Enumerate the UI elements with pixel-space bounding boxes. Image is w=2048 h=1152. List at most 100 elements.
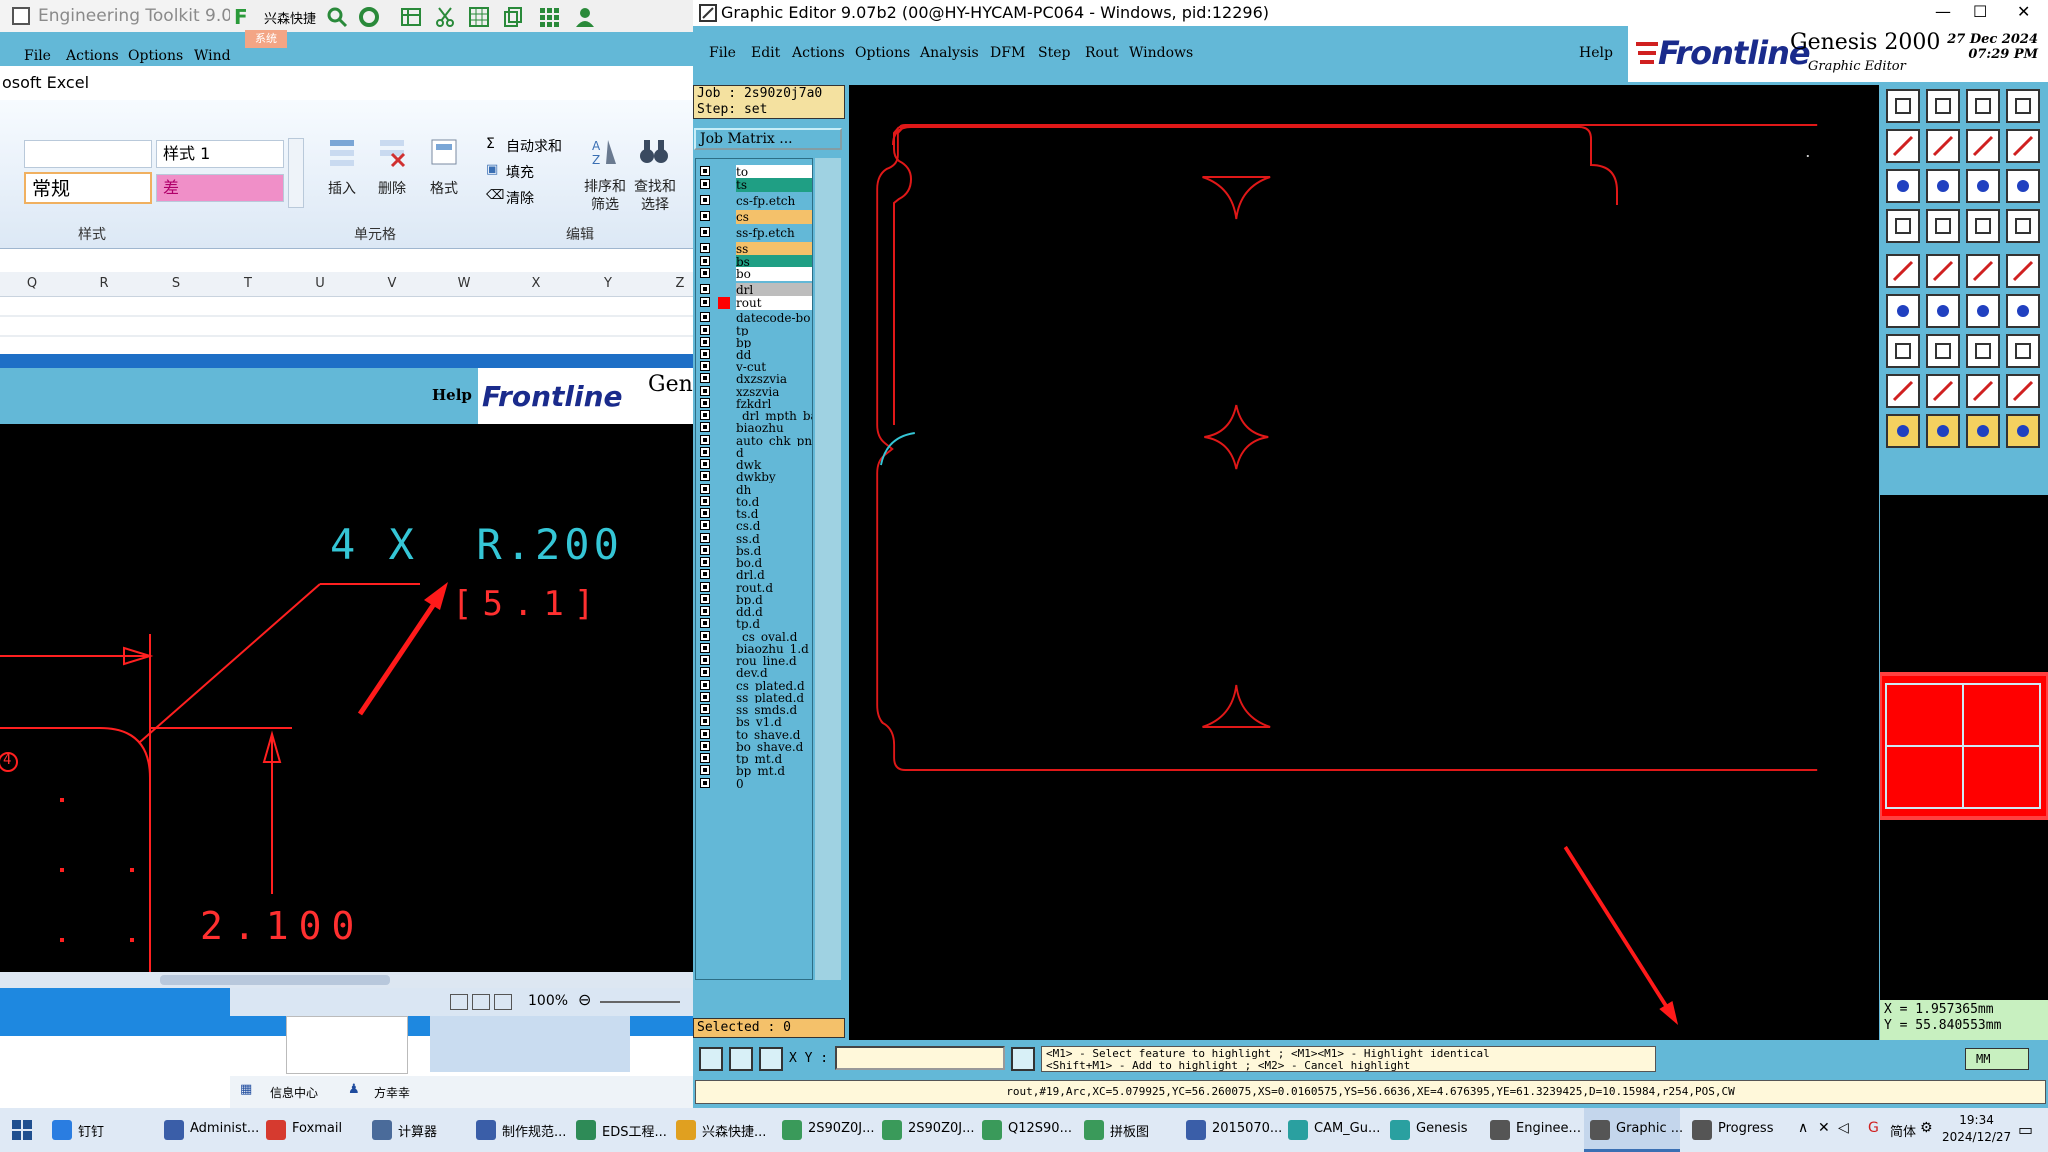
toolkit-logo-icon[interactable]: F bbox=[232, 6, 254, 28]
style-bad[interactable]: 差 bbox=[156, 174, 284, 202]
layer-name[interactable]: cs.d bbox=[736, 519, 812, 533]
background-drawing-canvas[interactable]: 4 X R.200 [5.1] 2.100 4 bbox=[0, 424, 693, 972]
tray-app-icon[interactable]: G bbox=[1868, 1120, 1879, 1136]
layer-checkbox[interactable] bbox=[700, 753, 710, 763]
menu-actions[interactable]: Actions bbox=[792, 45, 845, 61]
taskbar-item[interactable]: Q12S90... bbox=[976, 1108, 1072, 1152]
layer-row[interactable]: drl bbox=[696, 283, 812, 297]
tray-volume-icon[interactable]: ◁ bbox=[1838, 1120, 1849, 1136]
grid-icon[interactable] bbox=[468, 6, 490, 28]
lifebuoy-icon[interactable] bbox=[358, 6, 380, 28]
home-icon[interactable] bbox=[1966, 89, 2000, 123]
zoom-area-icon[interactable] bbox=[1926, 169, 1960, 203]
layer-name[interactable]: tp.d bbox=[736, 617, 812, 631]
layer-checkbox[interactable] bbox=[700, 606, 710, 616]
style-1[interactable]: 样式 1 bbox=[156, 140, 284, 168]
taskbar-item[interactable]: 钉钉 bbox=[46, 1108, 146, 1152]
layer-checkbox[interactable] bbox=[700, 741, 710, 751]
layer-row[interactable]: datecode-bo bbox=[696, 311, 812, 325]
layer-checkbox[interactable] bbox=[700, 545, 710, 555]
xy-input[interactable] bbox=[835, 1046, 1005, 1070]
style-blank[interactable] bbox=[24, 140, 152, 168]
layer-checkbox[interactable] bbox=[700, 312, 710, 322]
layer-row[interactable]: tp.d bbox=[696, 617, 812, 631]
col-u[interactable]: U bbox=[284, 276, 356, 291]
layer-checkbox[interactable] bbox=[700, 729, 710, 739]
layer-name[interactable]: 0 bbox=[736, 777, 812, 791]
zoom-fit-icon[interactable] bbox=[1886, 169, 1920, 203]
tray-chevron-icon[interactable]: ∧ bbox=[1798, 1120, 1808, 1136]
layer-row[interactable]: dev.d bbox=[696, 666, 812, 680]
triangle-icon[interactable] bbox=[1886, 414, 1920, 448]
layer-name[interactable]: ss-fp.etch bbox=[736, 226, 812, 240]
menu-options[interactable]: Options bbox=[855, 45, 910, 61]
toolkit-toolbar-label[interactable]: 兴森快捷 bbox=[264, 8, 316, 27]
layer-checkbox[interactable] bbox=[700, 778, 710, 788]
taskbar-item[interactable]: Progress bbox=[1686, 1108, 1782, 1152]
notifications-icon[interactable]: ▭ bbox=[2018, 1120, 2033, 1139]
layer-row[interactable]: bo bbox=[696, 267, 812, 281]
window-icon[interactable] bbox=[2006, 89, 2040, 123]
layer-checkbox[interactable] bbox=[700, 447, 710, 457]
layout-icon[interactable] bbox=[2006, 129, 2040, 163]
menu-help[interactable]: Help bbox=[1579, 45, 1613, 61]
format-button[interactable]: 格式 bbox=[430, 178, 458, 198]
menu-step[interactable]: Step bbox=[1038, 45, 1070, 61]
layer-row[interactable]: biaozhu bbox=[696, 421, 812, 435]
ruler-icon[interactable] bbox=[1966, 254, 2000, 288]
menu-file[interactable]: File bbox=[709, 45, 736, 61]
layer-list-scrollbar[interactable] bbox=[815, 158, 841, 980]
layer-name[interactable]: biaozhu bbox=[736, 421, 812, 435]
style-normal[interactable]: 常规 bbox=[24, 172, 152, 204]
pan-icon[interactable] bbox=[1966, 129, 2000, 163]
col-v[interactable]: V bbox=[356, 276, 428, 291]
layer-name[interactable]: ss bbox=[736, 242, 812, 256]
apps-icon[interactable] bbox=[538, 6, 560, 28]
excel-titlebar[interactable]: osoft Excel bbox=[0, 66, 693, 100]
insert-button[interactable]: 插入 bbox=[328, 178, 356, 198]
layer-name[interactable]: bs_v1.d bbox=[736, 715, 812, 729]
taskbar-item[interactable]: Enginee... bbox=[1484, 1108, 1581, 1152]
toolkit-menu-actions[interactable]: Actions bbox=[66, 48, 119, 64]
taskbar-item[interactable]: EDS工程... bbox=[570, 1108, 667, 1152]
close-button[interactable]: ✕ bbox=[2017, 2, 2030, 21]
layer-name[interactable]: rout bbox=[736, 296, 812, 310]
layer-checkbox[interactable] bbox=[700, 227, 710, 237]
layer-name[interactable]: cs-fp.etch bbox=[736, 194, 812, 208]
taskbar-item[interactable]: Administ... bbox=[158, 1108, 259, 1152]
maximize-button[interactable]: ☐ bbox=[1973, 2, 1987, 21]
layer-checkbox[interactable] bbox=[700, 765, 710, 775]
snap-line-icon[interactable] bbox=[1966, 294, 2000, 328]
layer-checkbox[interactable] bbox=[700, 716, 710, 726]
col-q[interactable]: Q bbox=[0, 276, 68, 291]
taskbar-item[interactable]: 制作规范... bbox=[470, 1108, 566, 1152]
group-icon[interactable] bbox=[2006, 374, 2040, 408]
taskbar-clock[interactable]: 19:34 2024/12/27 bbox=[1942, 1112, 2011, 1146]
tray-network-icon[interactable]: ✕ bbox=[1818, 1120, 1830, 1136]
toolkit-menu-windows[interactable]: Wind bbox=[194, 48, 231, 64]
copy-icon[interactable] bbox=[502, 6, 524, 28]
text-a-icon[interactable] bbox=[1926, 414, 1960, 448]
layer-name[interactable]: cs bbox=[736, 210, 812, 224]
layer-checkbox[interactable] bbox=[700, 337, 710, 347]
layer-name[interactable]: bo bbox=[736, 267, 812, 281]
route-icon[interactable] bbox=[1886, 209, 1920, 243]
tray-settings-icon[interactable]: ⚙ bbox=[1920, 1120, 1933, 1136]
autosum-button[interactable]: 自动求和 bbox=[506, 136, 562, 156]
open-icon[interactable] bbox=[1886, 89, 1920, 123]
taskbar-item[interactable]: 2015070... bbox=[1180, 1108, 1282, 1152]
input-language[interactable]: 简体 bbox=[1890, 1121, 1916, 1140]
layer-checkbox[interactable] bbox=[700, 284, 710, 294]
zoom-forward-icon[interactable] bbox=[1926, 129, 1960, 163]
col-y[interactable]: Y bbox=[572, 276, 644, 291]
menu-windows[interactable]: Windows bbox=[1129, 45, 1193, 61]
menu-rout[interactable]: Rout bbox=[1085, 45, 1119, 61]
col-w[interactable]: W bbox=[428, 276, 500, 291]
rotate-icon[interactable] bbox=[1966, 334, 2000, 368]
sort-filter-button[interactable]: 排序和 筛选 bbox=[582, 178, 628, 214]
layer-checkbox[interactable] bbox=[700, 386, 710, 396]
graphic-canvas[interactable] bbox=[849, 85, 1879, 1040]
layer-row[interactable]: ss bbox=[696, 242, 812, 256]
layer-row[interactable]: cs bbox=[696, 210, 812, 224]
layer-checkbox[interactable] bbox=[700, 325, 710, 335]
